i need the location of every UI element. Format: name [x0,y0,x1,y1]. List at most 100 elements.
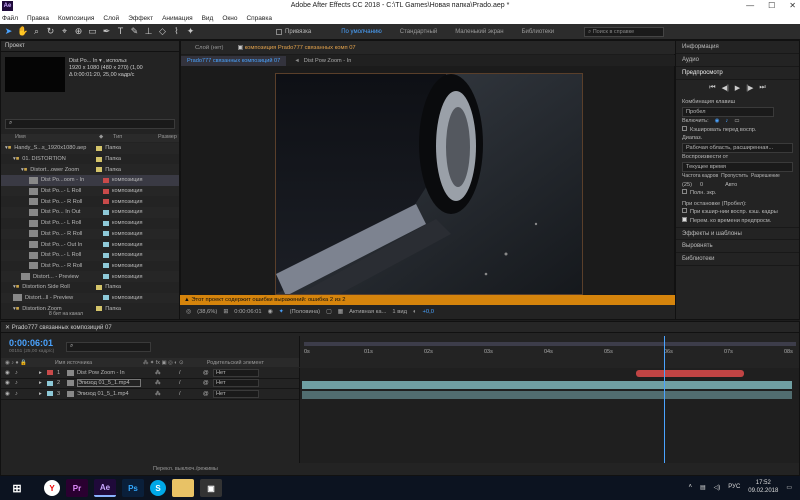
puppet-tool-icon[interactable]: ✦ [185,26,196,37]
snap-checkbox[interactable] [276,28,282,35]
timeline-tab[interactable]: ✕ Prado777 связанных композиций 07 [1,322,799,333]
viewer-timecode[interactable]: 0:00:06:01 [234,309,261,315]
tab-layer[interactable]: Слой (нет) [195,45,223,51]
label-color-swatch[interactable] [103,220,109,226]
project-row[interactable]: ▾ ■ Handy_S...s_1920x1080.aep Папка [1,143,179,154]
twirl-icon[interactable]: ▸ [39,370,47,376]
video-toggle-icon[interactable]: ◉ [715,117,720,126]
parent-pickwhip-icon[interactable]: @ [203,370,213,376]
audio-icon[interactable]: ♪ [15,370,25,376]
parent-select[interactable]: Нет [213,379,259,388]
resolution-dropdown[interactable]: (Половина) [290,309,321,315]
layer-label-swatch[interactable] [47,391,53,397]
text-tool-icon[interactable]: T [115,26,126,37]
pan-tool-icon[interactable]: ⊕ [73,26,84,37]
track-area[interactable] [299,336,799,463]
track-bar-2[interactable] [302,380,792,389]
fullscreen-checkbox[interactable] [682,189,687,194]
hand-tool-icon[interactable]: ✋ [17,26,28,37]
after-effects-icon[interactable]: Ae [94,479,116,497]
layer-label-swatch[interactable] [47,380,53,386]
workspace-libraries[interactable]: Библиотеки [522,29,555,35]
timeline-timecode[interactable]: 0:00:06:01 [9,338,53,348]
brush-tool-icon[interactable]: ✎ [129,26,140,37]
timeline-search-input[interactable]: ⌕ [66,342,151,352]
menu-view[interactable]: Вид [202,15,214,22]
playhead-line[interactable] [664,336,665,463]
project-tab[interactable]: Проект [1,41,179,52]
project-row[interactable]: ▾ ■ 01. DISTORTION Папка [1,154,179,165]
label-color-swatch[interactable] [103,242,109,248]
label-color-swatch[interactable] [103,177,109,183]
menu-layer[interactable]: Слой [103,15,119,22]
premiere-icon[interactable]: Pr [66,479,88,497]
menu-file[interactable]: Файл [2,15,18,22]
project-row[interactable]: Dist Po...- R Roll композиция [1,228,179,240]
visibility-icon[interactable]: ◉ [5,380,15,386]
label-color-swatch[interactable] [103,263,109,269]
pen-tool-icon[interactable]: ✒ [101,26,112,37]
notifications-icon[interactable]: ▭ [786,484,792,491]
track-bar-1[interactable] [636,370,744,377]
rotate-tool-icon[interactable]: ↻ [45,26,56,37]
project-row[interactable]: ▾ ■ Distort...ower Zoom Папка [1,164,179,176]
switch-shy-icon[interactable]: ⁂ [155,370,165,376]
workspace-standard[interactable]: Стандартный [400,29,437,35]
track-bar-3[interactable] [302,391,792,399]
snapshot-icon[interactable]: ◉ [268,309,273,315]
start-button[interactable]: ⊞ [6,479,28,497]
first-frame-icon[interactable]: ⏮ [709,84,715,92]
audio-icon[interactable]: ♪ [15,380,25,386]
project-row[interactable]: Distort...ll - Preview композиция [1,292,179,304]
overlay-toggle-icon[interactable]: ▭ [734,117,739,126]
layer-name[interactable]: Dist Pow Zoom - In [77,370,141,376]
twirl-icon[interactable]: ▸ [39,391,47,397]
project-row[interactable]: ▾ ■ Distortion Zoom Папка [1,303,179,314]
grid-icon[interactable]: ⊞ [223,309,228,315]
menu-help[interactable]: Справка [246,15,272,22]
roi-icon[interactable]: ▢ [326,309,331,315]
parent-select[interactable]: Нет [213,368,259,377]
minimize-icon[interactable]: — [746,1,754,10]
range-select[interactable]: Рабочая область, расширенная... [682,142,793,153]
clock-date[interactable]: 09.02.2018 [748,487,778,495]
col-parent[interactable]: Родительский элемент [207,360,264,366]
panel-preview[interactable]: Предпросмотр [676,67,799,80]
camera-tool-icon[interactable]: ⌖ [59,26,70,37]
label-color-swatch[interactable] [96,284,103,290]
stamp-tool-icon[interactable]: ⊥ [143,26,154,37]
label-color-swatch[interactable] [96,156,103,162]
play-from-select[interactable]: Текущее время [682,161,793,172]
visibility-icon[interactable]: ◉ [5,391,15,397]
panel-libraries[interactable]: Библиотеки [676,253,799,266]
expression-error-bar[interactable]: ▲ Этот проект содержит ошибки выражений:… [180,295,675,305]
close-icon[interactable]: ✕ [789,1,796,10]
tab-composition[interactable]: ▣ композиция Prado777 связанных комп 07 [237,45,355,51]
parent-pickwhip-icon[interactable]: @ [203,391,213,397]
language-indicator[interactable]: РУС [728,484,740,490]
switch-quality-icon[interactable]: / [179,370,203,376]
project-row[interactable]: Dist Po...- Out In композиция [1,239,179,250]
res-select[interactable]: Авто [725,181,737,190]
col-type[interactable]: Тип [113,134,158,142]
views-dropdown[interactable]: 1 вид [392,309,407,315]
file-explorer-icon[interactable] [172,479,194,497]
project-row[interactable]: Dist Po...- L Roll композиция [1,249,179,261]
project-row[interactable]: Dist Po... In Out композиция [1,207,179,218]
label-color-swatch[interactable] [103,209,109,215]
project-row[interactable]: Dist Po...- R Roll композиция [1,196,179,207]
parent-pickwhip-icon[interactable]: @ [203,380,213,386]
switch-shy-icon[interactable]: ⁂ [155,380,165,386]
project-search-input[interactable]: ⌕ [5,119,175,129]
label-color-swatch[interactable] [103,199,109,205]
volume-icon[interactable]: ◁) [714,484,721,491]
col-name[interactable]: Имя [15,134,99,142]
layer-name[interactable]: Эпизод 01_5_1.mp4 [77,379,141,388]
col-size[interactable]: Размер [158,134,177,142]
project-row[interactable]: Dist Po...- R Roll композиция [1,261,179,272]
menu-effect[interactable]: Эффект [128,15,153,22]
last-frame-icon[interactable]: ⏭ [759,84,765,92]
opt1-checkbox[interactable] [682,208,687,213]
network-icon[interactable]: ▤ [700,484,706,491]
exposure-value[interactable]: +0,0 [422,309,433,315]
